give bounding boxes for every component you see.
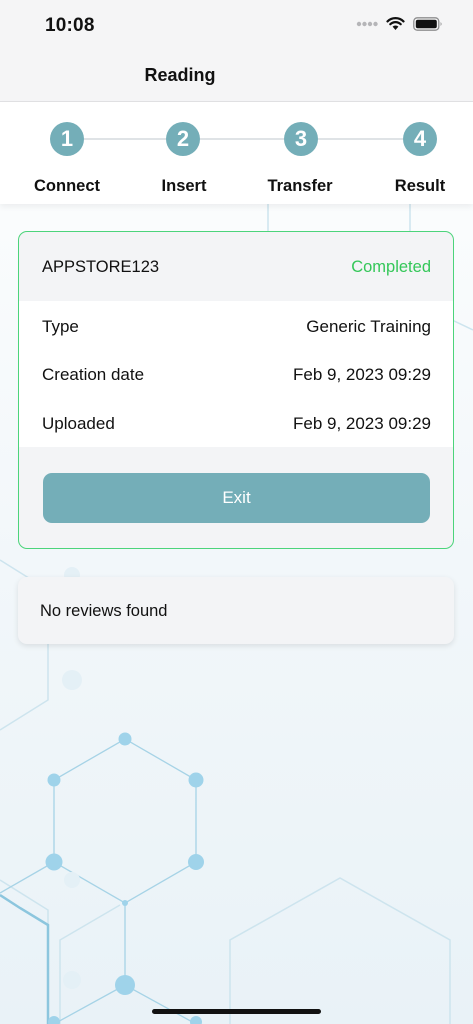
detail-label: Uploaded [42, 414, 115, 433]
step-1-indicator: 1 [50, 122, 84, 156]
reading-code: APPSTORE123 [42, 258, 160, 276]
wifi-icon [386, 17, 405, 30]
status-badge: Completed [351, 258, 431, 276]
step-connector [318, 138, 403, 140]
reviews-panel: No reviews found [18, 577, 454, 644]
status-time: 10:08 [45, 15, 95, 36]
step-connector [200, 138, 284, 140]
detail-row-creation-date: Creation date Feb 9, 2023 09:29 [42, 365, 431, 389]
exit-button[interactable]: Exit [43, 473, 430, 523]
no-reviews-message: No reviews found [40, 602, 168, 620]
detail-value: Feb 9, 2023 09:29 [292, 365, 431, 384]
detail-value: Generic Training [306, 317, 431, 336]
detail-row-type: Type Generic Training [42, 317, 431, 341]
step-4-label: Result [394, 177, 446, 195]
step-3-indicator: 3 [284, 122, 318, 156]
step-1-label: Connect [34, 177, 100, 195]
home-indicator[interactable] [152, 1009, 321, 1014]
card-header: APPSTORE123 Completed [19, 232, 453, 301]
card-details: Type Generic Training Creation date Feb … [19, 301, 453, 447]
step-connector [84, 138, 166, 140]
detail-label: Type [42, 317, 79, 336]
reading-result-card: APPSTORE123 Completed Type Generic Train… [18, 231, 454, 549]
detail-row-uploaded: Uploaded Feb 9, 2023 09:29 [42, 414, 431, 438]
page-title: Reading [144, 65, 216, 85]
detail-label: Creation date [42, 365, 145, 384]
detail-value: Feb 9, 2023 09:29 [292, 414, 431, 433]
status-icons [356, 17, 443, 31]
signal-dots-icon [356, 21, 378, 27]
step-4-indicator: 4 [403, 122, 437, 156]
progress-stepper: 1 2 3 4 Connect Insert Transfer Result [0, 102, 473, 204]
step-2-label: Insert [161, 177, 207, 195]
battery-icon [413, 17, 442, 31]
step-2-indicator: 2 [166, 122, 200, 156]
step-3-label: Transfer [267, 177, 333, 195]
top-bar: 10:08 Reading [0, 0, 473, 102]
